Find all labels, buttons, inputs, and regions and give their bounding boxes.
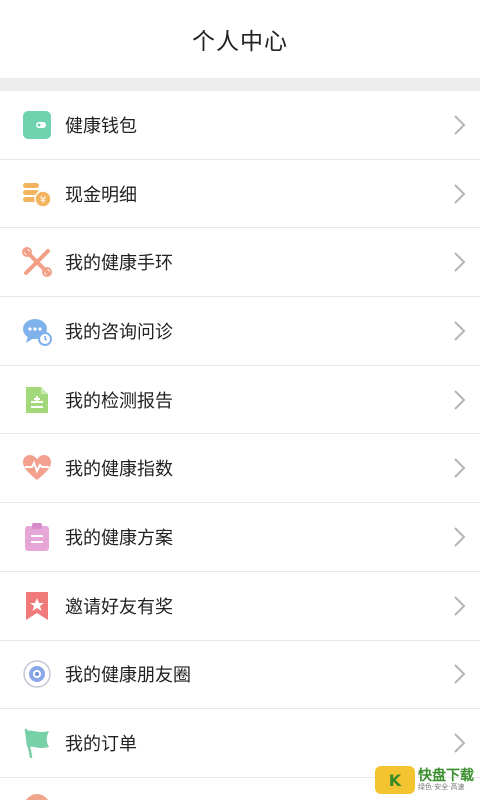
menu-item-consultation[interactable]: 我的咨询问诊 [0, 297, 480, 366]
menu-list: 健康钱包 ¥ 现金明细 我的健康手环 我的咨询问诊 我的检测报告 我的健康指数 … [0, 91, 480, 800]
menu-item-cash-details[interactable]: ¥ 现金明细 [0, 159, 480, 229]
wallet-icon [22, 110, 52, 140]
header-bar: 个人中心 [0, 0, 480, 78]
watermark-logo: K 快盘下载 绿色·安全·高速 [375, 766, 474, 794]
clipboard-icon [22, 522, 52, 552]
chevron-right-icon [454, 527, 466, 547]
chevron-right-icon [454, 595, 466, 616]
chevron-right-icon [454, 183, 466, 204]
menu-item-friend-circle[interactable]: 我的健康朋友圈 [0, 640, 480, 710]
chevron-right-icon [454, 458, 466, 478]
menu-item-label: 我的健康方案 [65, 527, 173, 549]
menu-item-test-report[interactable]: 我的检测报告 [0, 365, 480, 435]
menu-item-health-band[interactable]: 我的健康手环 [0, 228, 480, 298]
page-title: 个人中心 [192, 29, 288, 55]
menu-item-label: 我的健康朋友圈 [65, 665, 191, 687]
menu-item-label: 我的订单 [65, 734, 137, 756]
coins-icon: ¥ [22, 179, 52, 209]
menu-item-label: 现金明细 [65, 184, 137, 206]
bookmark-star-icon [22, 591, 52, 621]
menu-item-health-wallet[interactable]: 健康钱包 [0, 91, 480, 160]
watermark-badge: K [375, 766, 415, 794]
flag-icon [22, 728, 52, 759]
aperture-icon [22, 659, 52, 689]
chevron-right-icon [454, 115, 466, 135]
chat-bubble-icon [22, 316, 52, 346]
watermark-title: 快盘下载 [418, 767, 474, 784]
chevron-right-icon [454, 664, 466, 685]
menu-item-label: 邀请好友有奖 [65, 596, 173, 618]
svg-text:¥: ¥ [40, 195, 46, 206]
chevron-right-icon [454, 733, 466, 753]
watermark-text: 快盘下载 绿色·安全·高速 [418, 769, 474, 791]
chevron-right-icon [454, 252, 466, 272]
menu-item-label: 健康钱包 [65, 115, 137, 137]
heart-pulse-icon [22, 453, 52, 483]
menu-item-label: 我的健康手环 [65, 253, 173, 275]
menu-item-health-plan[interactable]: 我的健康方案 [0, 503, 480, 572]
menu-item-label: 我的检测报告 [65, 390, 173, 412]
watermark-subtitle: 绿色·安全·高速 [418, 782, 465, 791]
report-icon [22, 385, 52, 415]
chevron-right-icon [454, 389, 466, 410]
menu-item-health-index[interactable]: 我的健康指数 [0, 434, 480, 504]
menu-item-invite-friends[interactable]: 邀请好友有奖 [0, 571, 480, 641]
circle-icon [24, 793, 50, 800]
menu-item-label: 我的健康指数 [65, 459, 173, 481]
chevron-right-icon [454, 321, 466, 341]
menu-item-label: 我的咨询问诊 [65, 321, 173, 343]
tools-icon [22, 247, 52, 278]
section-divider [0, 78, 480, 91]
